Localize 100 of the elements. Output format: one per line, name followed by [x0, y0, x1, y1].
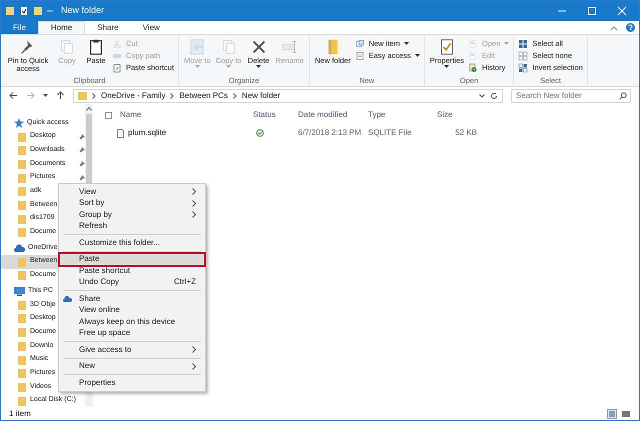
check-circle-icon	[256, 129, 264, 137]
cloud-icon	[14, 244, 25, 252]
menu-item[interactable]: Always keep on this device	[60, 316, 204, 328]
table-cell-text: 52 KB	[454, 127, 477, 139]
folder-icon	[17, 396, 27, 406]
menu-item[interactable]: Sort by	[60, 198, 204, 209]
file-icon	[117, 128, 124, 138]
maximize-icon[interactable]	[587, 6, 597, 16]
table-cell-text: 6/7/2018 2:13 PM	[298, 127, 362, 139]
menu-item[interactable]: Properties	[60, 377, 204, 388]
collapse-ribbon-icon[interactable]	[610, 24, 618, 32]
menu-item[interactable]: Undo Copy Ctrl+Z	[60, 276, 204, 288]
window-title: New folder	[61, 4, 104, 18]
folder-icon	[17, 172, 27, 183]
menu-item[interactable]: Give access to	[60, 344, 204, 356]
thumbnails-view-icon[interactable]	[621, 408, 631, 418]
chevron-right-icon	[192, 362, 196, 370]
folder-icon	[17, 158, 27, 169]
edit-icon	[468, 50, 478, 60]
folder-icon	[17, 300, 27, 310]
column-header[interactable]: Type	[368, 109, 437, 121]
rename-icon	[280, 38, 299, 56]
menu-item[interactable]: View online	[60, 304, 204, 316]
column-header[interactable]: Date modified	[298, 109, 368, 121]
paste-shortcut-icon	[112, 62, 122, 72]
chevron-right-icon	[232, 92, 237, 98]
menu-item[interactable]: Paste	[60, 254, 204, 265]
caret-icon[interactable]	[43, 94, 48, 97]
folder-icon	[17, 354, 27, 365]
monitor-icon	[14, 286, 25, 296]
easy-access-icon	[354, 50, 365, 60]
folder-icon	[17, 340, 27, 351]
caret-icon	[414, 54, 420, 57]
details-view-icon[interactable]	[607, 408, 617, 418]
checkbox[interactable]	[105, 112, 112, 118]
menu-item[interactable]: New	[60, 360, 204, 372]
clipboard-icon	[87, 38, 105, 56]
ribbon-tab[interactable]: View	[130, 21, 172, 34]
chevron-right-icon	[170, 92, 174, 98]
caret-icon	[226, 65, 232, 68]
caret-icon	[504, 42, 510, 45]
breadcrumb-item[interactable]: New folder	[242, 90, 280, 102]
folder-icon	[78, 91, 87, 100]
move-icon	[188, 38, 206, 56]
back-icon[interactable]	[9, 91, 18, 100]
search-icon	[619, 92, 627, 100]
folder-icon	[17, 132, 27, 142]
folder-icon	[17, 200, 27, 210]
menu-item[interactable]: Customize this folder...	[60, 237, 204, 248]
menu-item[interactable]: Group by	[60, 209, 204, 220]
folder-icon[interactable]	[33, 6, 43, 16]
folder-icon	[17, 382, 27, 392]
menu-item[interactable]: Share	[60, 293, 204, 304]
column-header[interactable]: Name	[120, 109, 142, 121]
star-icon	[14, 118, 24, 128]
chevron-right-icon	[192, 346, 196, 354]
scissors-icon	[112, 38, 122, 48]
folder-icon	[17, 368, 27, 378]
menu-item[interactable]: Free up space	[60, 328, 204, 339]
breadcrumb-item[interactable]: Between PCs	[179, 90, 228, 102]
help-icon[interactable]	[626, 23, 635, 32]
open-icon	[468, 38, 478, 48]
folder-icon	[17, 270, 27, 280]
menu-item[interactable]: Refresh	[60, 220, 204, 232]
new-item-icon	[354, 38, 365, 48]
folder-icon[interactable]	[5, 6, 15, 16]
chevron-down-icon[interactable]	[479, 94, 485, 98]
ribbon-tab[interactable]: Home	[38, 21, 86, 34]
folder-icon	[17, 214, 27, 224]
copy-icon	[58, 38, 76, 56]
column-header[interactable]: Status	[253, 109, 298, 121]
cloud-icon	[63, 296, 72, 302]
select-all-icon	[518, 38, 528, 48]
address-field[interactable]: OneDrive - Family Between PCs New folder	[73, 88, 503, 102]
caret-icon	[404, 42, 409, 45]
up-icon[interactable]	[56, 91, 65, 100]
breadcrumb-item[interactable]: OneDrive - Family	[101, 90, 166, 102]
refresh-icon[interactable]	[490, 92, 498, 100]
folder-icon	[17, 256, 27, 267]
ribbon-tab[interactable]: Share	[85, 21, 131, 34]
ribbon-tab[interactable]: File	[1, 21, 38, 34]
table-cell-text: SQLITE File	[368, 127, 413, 139]
chevron-right-icon	[92, 92, 96, 98]
folder-icon	[17, 227, 27, 238]
status-text: 1 item	[9, 408, 31, 420]
caret-icon	[194, 65, 200, 68]
invert-selection-icon	[518, 62, 528, 72]
menu-item[interactable]: View	[60, 186, 204, 198]
folder-icon	[17, 327, 27, 338]
history-icon	[468, 62, 478, 72]
folder-icon	[17, 145, 27, 156]
scroll-up-icon[interactable]	[86, 106, 92, 112]
properties-icon[interactable]	[19, 6, 29, 16]
close-icon[interactable]	[617, 6, 627, 16]
folder-icon	[17, 313, 27, 324]
search-field[interactable]: Search New folder	[511, 88, 631, 102]
caret-icon	[444, 65, 450, 68]
folder-icon	[17, 186, 27, 196]
column-header[interactable]: Size	[437, 109, 477, 121]
file-name[interactable]: plum.sqlite	[128, 127, 166, 139]
